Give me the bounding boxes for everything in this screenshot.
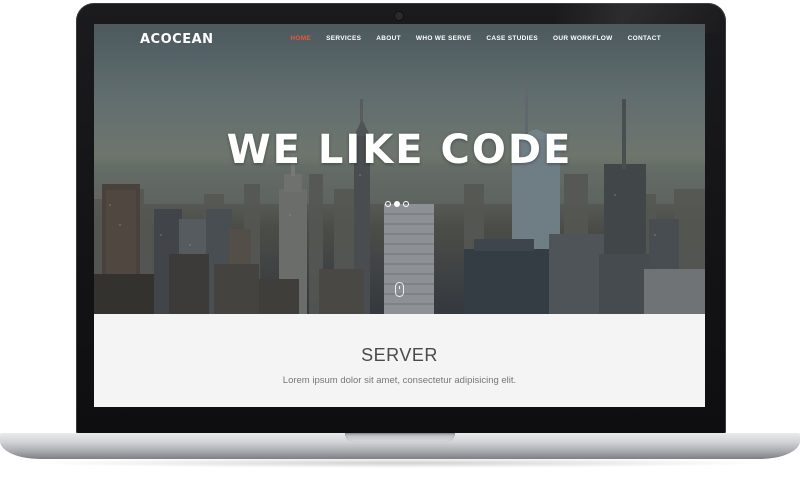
section-title: SERVER <box>361 345 438 365</box>
nav-item-about[interactable]: ABOUT <box>376 35 401 42</box>
nav-menu: HOME SERVICES ABOUT WHO WE SERVE CASE ST… <box>290 35 661 42</box>
nav-item-who-we-serve[interactable]: WHO WE SERVE <box>416 35 472 42</box>
slider-pagination <box>385 201 409 207</box>
brand-logo[interactable]: ACOCEAN <box>140 32 214 47</box>
laptop-mockup: ACOCEAN HOME SERVICES ABOUT WHO WE SERVE… <box>0 0 800 478</box>
nav-item-home[interactable]: HOME <box>290 35 311 42</box>
mouse-wheel <box>399 286 400 289</box>
slider-dot-2[interactable] <box>394 201 400 207</box>
slider-dot-1[interactable] <box>385 201 391 207</box>
hero-section: ACOCEAN HOME SERVICES ABOUT WHO WE SERVE… <box>94 24 705 314</box>
nav-item-our-workflow[interactable]: OUR WORKFLOW <box>553 35 613 42</box>
laptop-screen: ACOCEAN HOME SERVICES ABOUT WHO WE SERVE… <box>94 24 705 407</box>
camera-icon <box>395 12 403 20</box>
slider-dot-3[interactable] <box>403 201 409 207</box>
laptop-shadow <box>30 458 770 468</box>
nav-item-contact[interactable]: CONTACT <box>628 35 661 42</box>
laptop-notch <box>345 433 455 442</box>
top-navigation: ACOCEAN HOME SERVICES ABOUT WHO WE SERVE… <box>94 24 705 56</box>
scroll-mouse-icon[interactable] <box>395 282 404 297</box>
hero-title: WE LIKE CODE <box>226 127 573 173</box>
server-section: SERVER Lorem ipsum dolor sit amet, conse… <box>94 314 705 407</box>
nav-item-case-studies[interactable]: CASE STUDIES <box>486 35 538 42</box>
nav-item-services[interactable]: SERVICES <box>326 35 361 42</box>
section-description: Lorem ipsum dolor sit amet, consectetur … <box>282 375 517 386</box>
